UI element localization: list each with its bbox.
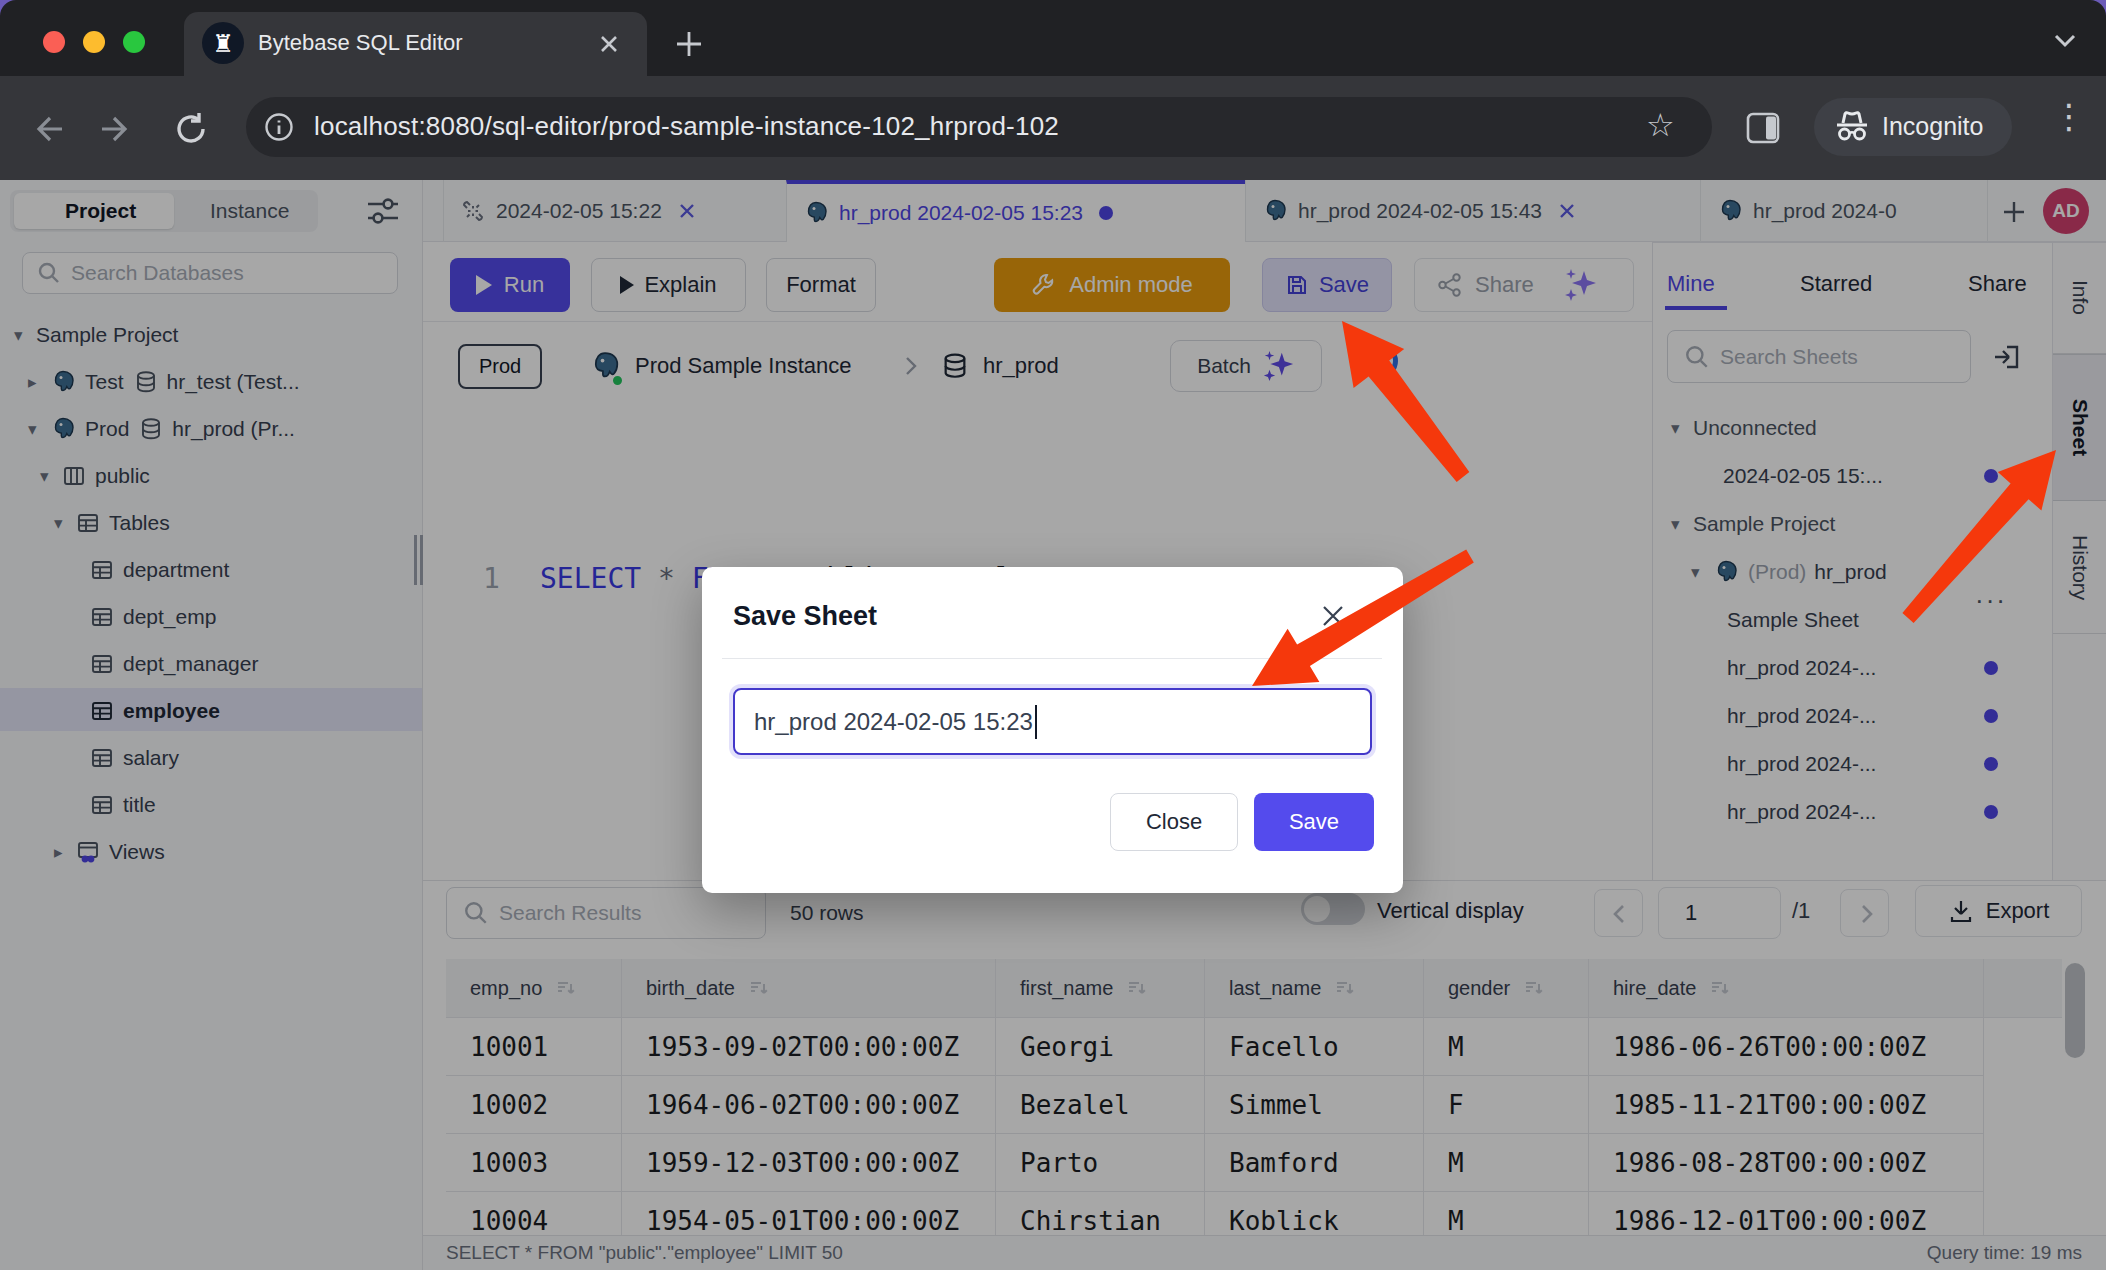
- url-text: localhost:8080/sql-editor/prod-sample-in…: [314, 111, 1059, 142]
- dialog-save-button[interactable]: Save: [1254, 793, 1374, 851]
- window-close-button[interactable]: [43, 31, 65, 53]
- window-zoom-button[interactable]: [123, 31, 145, 53]
- incognito-label: Incognito: [1882, 112, 1983, 141]
- browser-menu-icon[interactable]: ⋮: [2052, 96, 2086, 136]
- browser-chrome: ♜ Bytebase SQL Editor localhost:8080/sql…: [0, 0, 2106, 180]
- new-tab-icon[interactable]: [674, 29, 704, 59]
- sheet-name-input[interactable]: hr_prod 2024-02-05 15:23: [733, 688, 1372, 755]
- bookmark-star-icon[interactable]: ☆: [1646, 106, 1675, 144]
- dialog-divider: [722, 658, 1382, 659]
- browser-tab[interactable]: ♜ Bytebase SQL Editor: [184, 12, 647, 76]
- browser-tab-title: Bytebase SQL Editor: [258, 30, 463, 56]
- save-sheet-dialog: Save Sheet hr_prod 2024-02-05 15:23 Clos…: [702, 567, 1403, 893]
- dialog-close-icon[interactable]: [1320, 603, 1346, 629]
- forward-icon[interactable]: [100, 111, 136, 147]
- dialog-close-button[interactable]: Close: [1110, 793, 1238, 851]
- text-cursor: [1035, 705, 1037, 739]
- tab-close-icon[interactable]: [596, 31, 622, 57]
- tab-search-chevron-icon[interactable]: [2050, 30, 2080, 52]
- incognito-badge: Incognito: [1814, 98, 2012, 156]
- back-icon[interactable]: [28, 111, 64, 147]
- side-panel-icon[interactable]: [1746, 112, 1780, 144]
- reload-icon[interactable]: [172, 110, 210, 148]
- dialog-title: Save Sheet: [733, 601, 877, 632]
- address-bar[interactable]: localhost:8080/sql-editor/prod-sample-in…: [246, 97, 1712, 157]
- site-info-icon[interactable]: [264, 112, 294, 142]
- favicon: ♜: [202, 22, 244, 64]
- window-minimize-button[interactable]: [83, 31, 105, 53]
- incognito-icon: [1834, 110, 1870, 144]
